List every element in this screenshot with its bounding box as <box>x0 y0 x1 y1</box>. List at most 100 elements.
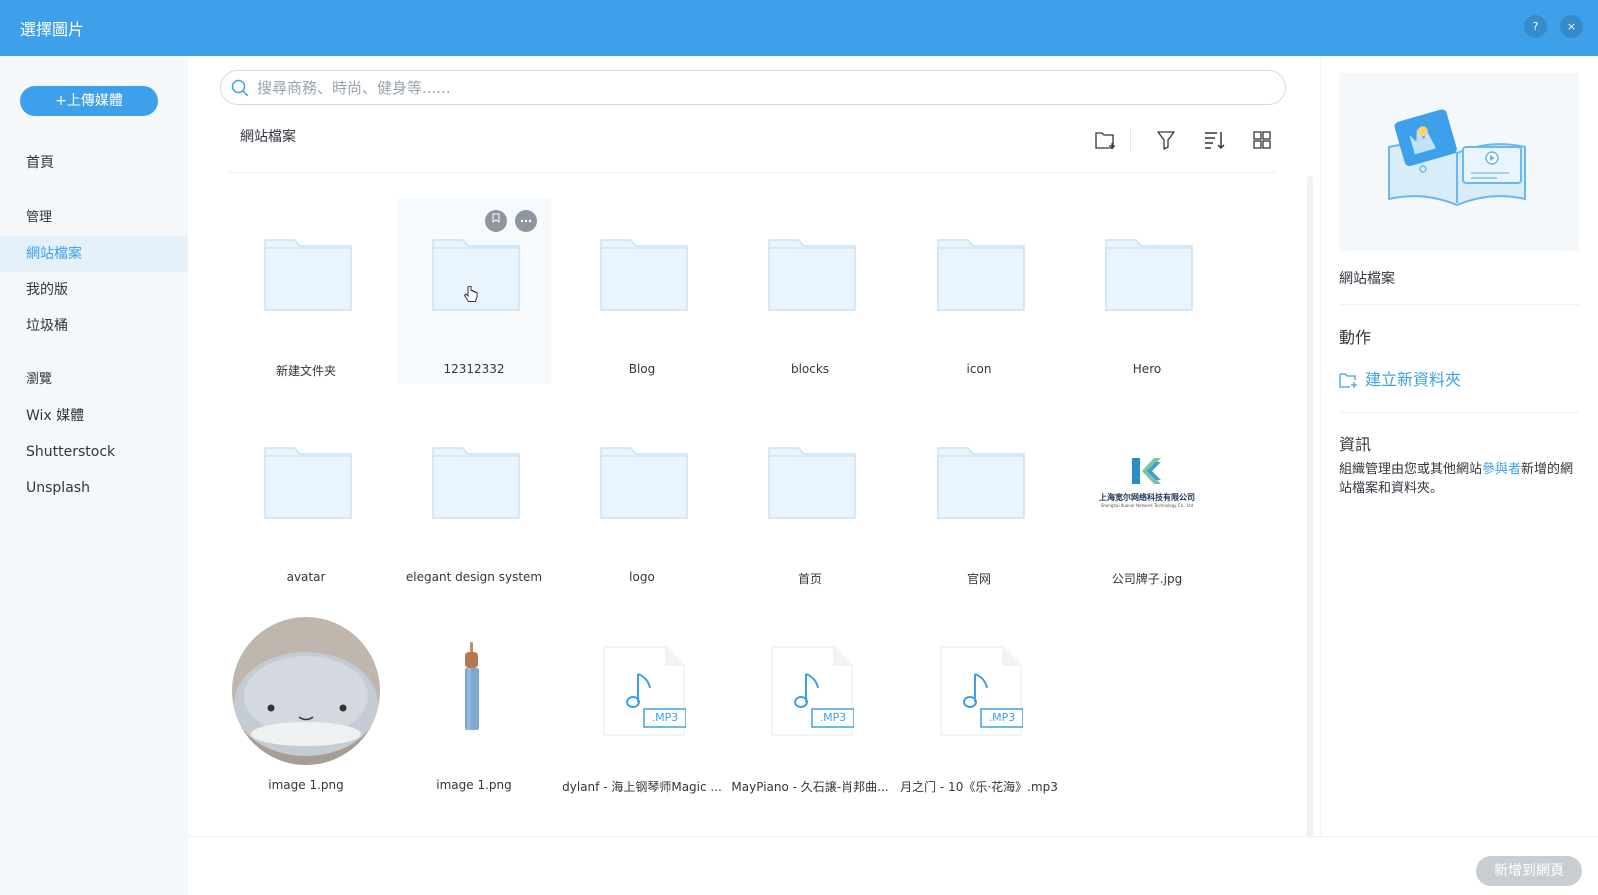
sidebar-heading-browse: 瀏覽 <box>26 372 53 387</box>
footer-divider <box>188 836 1598 837</box>
filter-icon[interactable] <box>1154 128 1178 152</box>
company-logo-icon <box>1132 458 1161 484</box>
contributors-link[interactable]: 參與者 <box>1482 462 1521 477</box>
folder-tile[interactable]: logo <box>565 406 719 592</box>
folder-tile[interactable]: blocks <box>733 198 887 384</box>
info-text: 組織管理由您或其他網站參與者新增的網站檔案和資料夾。 <box>1339 460 1584 498</box>
close-button[interactable]: × <box>1560 15 1583 38</box>
bookmark-button[interactable] <box>485 210 507 232</box>
dialog-title: 選擇圖片 <box>20 20 85 39</box>
media-illustration-icon <box>1388 109 1526 207</box>
company-logo-subtext: Shanghai Kuanar Network Technology Co., … <box>1100 503 1194 508</box>
tile-label: 首页 <box>797 572 822 586</box>
folder-tile[interactable]: elegant design system <box>397 406 551 592</box>
company-logo-text: 上海宽尔网络科技有限公司 <box>1099 493 1195 502</box>
grid-scrollbar[interactable] <box>1307 176 1313 838</box>
folder-tile[interactable]: 官网 <box>902 406 1056 592</box>
pointer-cursor-icon <box>463 286 478 302</box>
tile-label: MayPiano - 久石譲-肖邦曲... <box>731 780 889 794</box>
tile-label: Blog <box>628 362 656 376</box>
panel-divider <box>1339 304 1579 305</box>
folder-icon <box>600 447 688 519</box>
folder-tile[interactable]: Blog <box>565 198 719 384</box>
sidebar: +上傳媒體 首頁 管理 網站檔案 我的版 垃圾桶 瀏覽 Wix 媒體 Shutt… <box>0 56 188 895</box>
dialog-header: 選擇圖片 ? × <box>0 0 1598 56</box>
tile-label: 月之门 - 10《乐·花海》.mp3 <box>900 780 1058 794</box>
tile-label: 官网 <box>966 572 991 586</box>
audio-tile[interactable]: .MP3 MayPiano - 久石譲-肖邦曲... <box>731 614 889 800</box>
image-tile[interactable]: image 1.png <box>397 614 551 800</box>
actions-heading: 動作 <box>1339 328 1372 347</box>
sidebar-item-site-files[interactable]: 網站檔案 <box>0 236 188 272</box>
search-bar <box>220 70 1286 105</box>
folder-icon <box>432 447 520 519</box>
folder-icon <box>600 239 688 311</box>
folder-icon <box>1105 239 1193 311</box>
tile-label: logo <box>629 570 655 584</box>
upload-media-button[interactable]: +上傳媒體 <box>20 86 158 116</box>
folder-tile[interactable]: 12312332 <box>397 198 551 384</box>
create-folder-label: 建立新資料夾 <box>1365 370 1462 389</box>
mp3-badge: .MP3 <box>988 711 1016 724</box>
sidebar-item-my-version[interactable]: 我的版 <box>0 272 188 308</box>
tile-label: elegant design system <box>405 570 543 584</box>
sidebar-heading-manage: 管理 <box>26 210 53 225</box>
tile-label: 公司牌子.jpg <box>1111 572 1183 586</box>
sidebar-item-wix-media[interactable]: Wix 媒體 <box>0 398 188 434</box>
new-folder-icon[interactable] <box>1094 128 1118 152</box>
tile-label: icon <box>966 362 992 376</box>
tile-label: 新建文件夹 <box>275 364 336 378</box>
audio-tile[interactable]: .MP3 dylanf - 海上钢琴师Magic ... <box>562 614 722 800</box>
tile-label: dylanf - 海上钢琴师Magic ... <box>562 780 722 794</box>
help-button[interactable]: ? <box>1524 15 1547 38</box>
folder-icon <box>768 447 856 519</box>
add-to-page-button[interactable]: 新增到網頁 <box>1476 856 1582 886</box>
tile-label: image 1.png <box>436 778 512 792</box>
sidebar-item-trash[interactable]: 垃圾桶 <box>0 308 188 344</box>
hand-pointing-up-image <box>465 642 479 730</box>
more-options-button[interactable] <box>515 210 537 232</box>
sidebar-footer <box>0 836 188 895</box>
folder-icon <box>264 447 352 519</box>
sidebar-item-home[interactable]: 首頁 <box>0 145 188 181</box>
toolbar-divider-line <box>228 172 1276 173</box>
folder-tile[interactable]: Hero <box>1070 198 1224 384</box>
audio-tile[interactable]: .MP3 月之门 - 10《乐·花海》.mp3 <box>900 614 1058 800</box>
folder-tile[interactable]: icon <box>902 198 1056 384</box>
image-tile[interactable]: image 1.png <box>229 614 383 800</box>
tile-label: avatar <box>286 570 326 584</box>
folder-tile[interactable]: avatar <box>229 406 383 592</box>
search-icon <box>231 79 249 97</box>
breadcrumb: 網站檔案 <box>240 129 296 145</box>
image-tile[interactable]: 上海宽尔网络科技有限公司 Shanghai Kuanar Network Tec… <box>1070 406 1224 592</box>
panel-divider <box>1339 412 1579 413</box>
tile-label: blocks <box>790 362 830 376</box>
sidebar-item-shutterstock[interactable]: Shutterstock <box>0 434 188 470</box>
folder-icon <box>264 239 352 311</box>
plush-toy-image <box>232 617 380 765</box>
folder-tile[interactable]: 新建文件夹 <box>229 198 383 384</box>
details-panel: 網站檔案 動作 建立新資料夾 資訊 組織管理由您或其他網站參與者新增的網站檔案和… <box>1320 56 1598 836</box>
grid-view-icon[interactable] <box>1250 128 1274 152</box>
sidebar-item-unsplash[interactable]: Unsplash <box>0 470 188 506</box>
mp3-badge: .MP3 <box>819 711 847 724</box>
tile-label: Hero <box>1132 362 1162 376</box>
folder-tile[interactable]: 首页 <box>733 406 887 592</box>
folder-preview <box>1339 73 1579 251</box>
info-text-part: 組織管理由您或其他網站 <box>1339 462 1483 477</box>
info-heading: 資訊 <box>1339 435 1372 454</box>
bookmark-icon <box>492 213 500 223</box>
more-icon <box>520 219 532 223</box>
mp3-badge: .MP3 <box>651 711 679 724</box>
sort-icon[interactable] <box>1202 128 1226 152</box>
folder-icon <box>937 447 1025 519</box>
panel-title: 網站檔案 <box>1339 271 1395 287</box>
tile-label: 12312332 <box>443 362 505 376</box>
new-folder-icon <box>1339 373 1357 388</box>
create-folder-link[interactable]: 建立新資料夾 <box>1339 366 1461 390</box>
folder-icon <box>937 239 1025 311</box>
toolbar-divider <box>1130 128 1131 152</box>
tile-label: image 1.png <box>268 778 344 792</box>
search-input[interactable] <box>257 77 1257 99</box>
folder-icon <box>768 239 856 311</box>
